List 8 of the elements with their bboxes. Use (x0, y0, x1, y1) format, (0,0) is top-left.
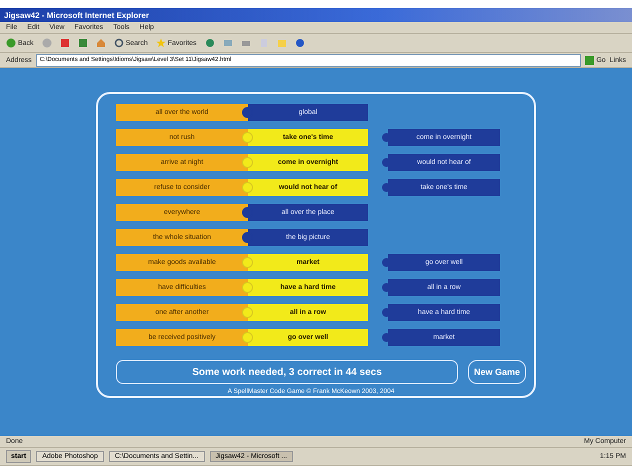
window-title: Jigsaw42 - Microsoft Internet Explorer (4, 10, 149, 20)
search-icon (114, 38, 124, 48)
result-message: Some work needed, 3 correct in 44 secs (116, 360, 458, 384)
page-icon[interactable] (258, 38, 269, 48)
star-icon (156, 38, 166, 48)
home-icon[interactable] (96, 38, 106, 48)
stop-icon[interactable] (60, 38, 70, 48)
new-game-button[interactable]: New Game (468, 360, 526, 384)
